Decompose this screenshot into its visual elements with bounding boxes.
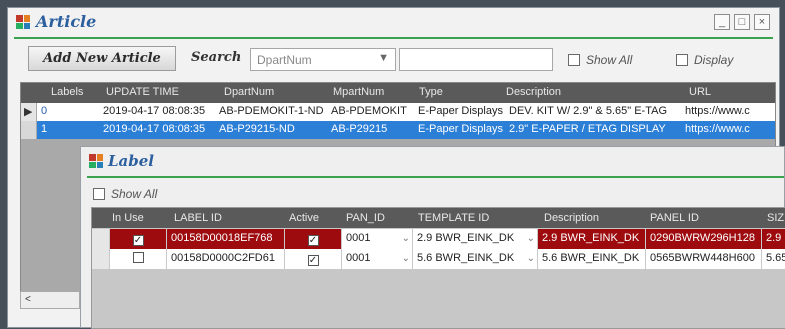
- horizontal-scrollbar[interactable]: <: [20, 291, 80, 309]
- search-label: Search: [191, 50, 242, 65]
- maximize-button[interactable]: □: [734, 14, 750, 30]
- col-mpartnum[interactable]: MpartNum: [333, 86, 384, 98]
- title-divider: [87, 176, 784, 178]
- cell-size: 2.9: [762, 229, 785, 249]
- cell-panel-id: 0290BWRW296H128: [646, 229, 762, 249]
- col-labels[interactable]: Labels: [51, 86, 83, 98]
- cell-description: 2.9 BWR_EINK_DK: [538, 229, 646, 249]
- show-all-box[interactable]: [93, 188, 105, 200]
- cell-dpartnum: AB-PDEMOKIT-1-ND: [219, 105, 324, 117]
- cell-active[interactable]: ✓: [285, 249, 342, 269]
- template-id-value: 5.6 BWR_EINK_DK: [417, 252, 515, 264]
- title-divider: [14, 37, 773, 39]
- display-box[interactable]: [676, 54, 688, 66]
- cell-in-use[interactable]: [110, 249, 167, 269]
- show-all-checkbox[interactable]: Show All: [568, 53, 632, 67]
- row-indicator: [92, 229, 110, 249]
- cell-label-id: 00158D00018EF768: [167, 229, 285, 249]
- col-template-id[interactable]: TEMPLATE ID: [418, 212, 489, 224]
- col-panel-id[interactable]: PANEL ID: [650, 212, 699, 224]
- col-size[interactable]: SIZE: [767, 212, 785, 224]
- pan-id-value: 0001: [346, 232, 371, 244]
- minimize-button[interactable]: _: [714, 14, 730, 30]
- col-update-time[interactable]: UPDATE TIME: [106, 86, 179, 98]
- article-grid-header: Labels UPDATE TIME DpartNum MpartNum Typ…: [21, 83, 775, 103]
- cell-pan-id[interactable]: 0001 ⌄: [342, 249, 413, 269]
- cell-mpartnum: AB-PDEMOKIT: [331, 105, 407, 117]
- cell-update-time: 2019-04-17 08:08:35: [103, 105, 206, 117]
- cell-template-id[interactable]: 5.6 BWR_EINK_DK ⌄: [413, 249, 538, 269]
- chevron-down-icon: ⌄: [526, 253, 535, 264]
- show-all-label: Show All: [111, 187, 158, 201]
- active-checkbox[interactable]: ✓: [307, 235, 319, 246]
- chevron-down-icon: ▼: [378, 52, 389, 64]
- search-input[interactable]: [399, 48, 553, 71]
- cell-update-time: 2019-04-17 08:08:35: [103, 123, 206, 135]
- cell-type: E-Paper Displays: [418, 123, 503, 135]
- show-all-label: Show All: [586, 53, 633, 67]
- label-grid: In Use LABEL ID Active PAN_ID TEMPLATE I…: [91, 207, 785, 329]
- close-button[interactable]: ×: [754, 14, 770, 30]
- search-field-value: DpartNum: [257, 53, 312, 67]
- row-indicator: [92, 249, 110, 269]
- cell-pan-id[interactable]: 0001 ⌄: [342, 229, 413, 249]
- row-arrow-icon: ▶: [24, 106, 33, 118]
- chevron-down-icon: ⌄: [401, 253, 410, 264]
- cell-url: https://www.c: [685, 105, 750, 117]
- col-dpartnum[interactable]: DpartNum: [224, 86, 274, 98]
- show-all-checkbox[interactable]: Show All: [93, 187, 157, 201]
- chevron-down-icon: ⌄: [526, 233, 535, 244]
- active-checkbox[interactable]: ✓: [307, 255, 319, 266]
- grid-app-icon: [16, 15, 30, 29]
- scroll-left-icon[interactable]: <: [25, 294, 31, 305]
- cell-in-use[interactable]: ✓: [110, 229, 167, 249]
- in-use-checkbox[interactable]: ✓: [132, 235, 144, 246]
- row-indicator: [21, 121, 37, 139]
- article-title-bar: Article _ □ ×: [8, 8, 779, 36]
- cell-dpartnum: AB-P29215-ND: [219, 123, 295, 135]
- col-description[interactable]: Description: [544, 212, 599, 224]
- cell-labels: 1: [41, 123, 48, 135]
- col-label-id[interactable]: LABEL ID: [174, 212, 222, 224]
- cell-mpartnum: AB-P29215: [331, 123, 388, 135]
- col-active[interactable]: Active: [289, 212, 319, 224]
- table-row[interactable]: ✓ 00158D00018EF768 ✓ 0001 ⌄ 2.9 BWR_EINK_…: [92, 229, 785, 249]
- cell-panel-id: 0565BWRW448H600: [646, 249, 762, 269]
- cell-description: DEV. KIT W/ 2.9" & 5.65" E-TAG: [509, 105, 667, 117]
- display-checkbox[interactable]: Display: [676, 53, 733, 67]
- cell-labels: 0: [41, 105, 48, 117]
- cell-description: 2.9" E-PAPER / ETAG DISPLAY: [509, 123, 666, 135]
- cell-label-id: 00158D0000C2FD61: [167, 249, 285, 269]
- col-description[interactable]: Description: [506, 86, 561, 98]
- cell-description: 5.6 BWR_EINK_DK: [538, 249, 646, 269]
- label-window: Label Show All In Use LABEL ID Active PA…: [80, 146, 785, 329]
- col-type[interactable]: Type: [419, 86, 443, 98]
- chevron-down-icon: ⌄: [401, 233, 410, 244]
- table-row-selected[interactable]: 1 2019-04-17 08:08:35 AB-P29215-ND AB-P2…: [21, 121, 775, 139]
- search-field-select[interactable]: DpartNum ▼: [250, 48, 396, 71]
- article-title: Article: [36, 12, 97, 31]
- display-label: Display: [694, 53, 734, 67]
- grid-app-icon: [89, 154, 103, 168]
- template-id-value: 2.9 BWR_EINK_DK: [417, 232, 515, 244]
- add-new-article-button[interactable]: Add New Article: [28, 46, 176, 71]
- pan-id-value: 0001: [346, 252, 371, 264]
- cell-size: 5.65: [762, 249, 785, 269]
- in-use-checkbox[interactable]: [132, 252, 144, 263]
- show-all-box[interactable]: [568, 54, 580, 66]
- cell-type: E-Paper Displays: [418, 105, 503, 117]
- table-row[interactable]: ▶ 0 2019-04-17 08:08:35 AB-PDEMOKIT-1-ND…: [21, 103, 775, 121]
- col-url[interactable]: URL: [689, 86, 711, 98]
- cell-active[interactable]: ✓: [285, 229, 342, 249]
- cell-url: https://www.c: [685, 123, 750, 135]
- label-grid-header: In Use LABEL ID Active PAN_ID TEMPLATE I…: [92, 208, 785, 228]
- col-in-use[interactable]: In Use: [112, 212, 144, 224]
- cell-template-id[interactable]: 2.9 BWR_EINK_DK ⌄: [413, 229, 538, 249]
- label-title: Label: [108, 152, 154, 170]
- table-row[interactable]: 00158D0000C2FD61 ✓ 0001 ⌄ 5.6 BWR_EINK_DK…: [92, 249, 785, 269]
- col-pan-id[interactable]: PAN_ID: [346, 212, 385, 224]
